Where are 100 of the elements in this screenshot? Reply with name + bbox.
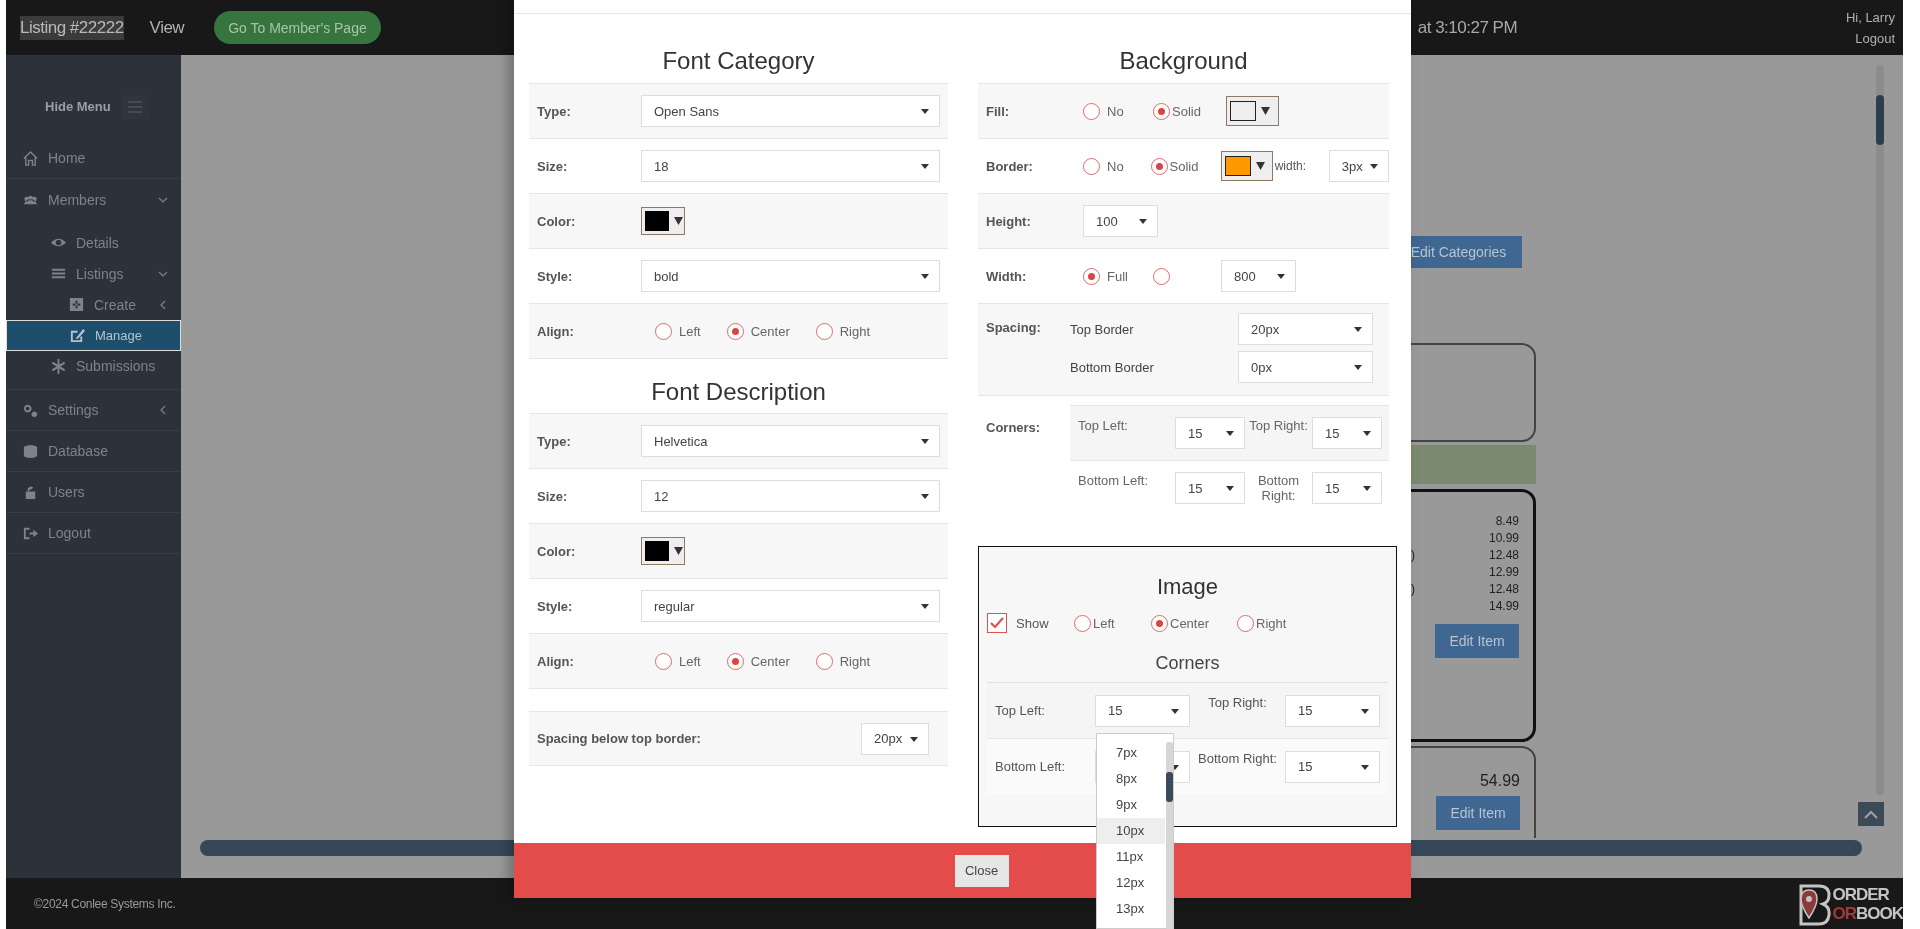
field-label: Width: (985, 268, 1028, 284)
radio-label: Center (750, 323, 790, 339)
edit-icon (69, 327, 86, 344)
vertical-scrollbar[interactable] (1876, 65, 1884, 795)
select-field[interactable]: 15 (1095, 694, 1190, 727)
dropdown-option[interactable]: 9px (1097, 792, 1165, 818)
select-field[interactable]: 18 (641, 150, 940, 182)
radio-button[interactable] (815, 322, 833, 340)
radio-label: Right (839, 323, 871, 339)
select-field[interactable]: 20px (861, 722, 929, 755)
caret-icon (1226, 431, 1234, 436)
select-field[interactable]: regular (641, 590, 940, 622)
color-picker[interactable] (641, 207, 685, 235)
caret-icon (1363, 431, 1371, 436)
radio-button[interactable] (1083, 102, 1100, 120)
field-label: Top Right: (1248, 417, 1309, 433)
dropdown-scrollbar[interactable] (1166, 742, 1173, 929)
select-field[interactable]: 15 (1312, 417, 1382, 449)
caret-icon (1361, 708, 1369, 714)
caret-icon (921, 494, 929, 499)
radio-button[interactable] (1237, 614, 1254, 632)
select-field[interactable]: Open Sans (641, 95, 940, 127)
select-field[interactable]: Helvetica (641, 425, 940, 457)
radio-label: Full (1107, 268, 1128, 284)
field-label: Top Border (1070, 321, 1135, 337)
field-label: Size: (536, 488, 569, 504)
scroll-top-button[interactable] (1858, 802, 1884, 826)
dropdown-option[interactable]: 13px (1097, 896, 1165, 922)
item-name: ) (1411, 547, 1415, 562)
select-field[interactable]: 15 (1312, 472, 1382, 504)
section-heading: Image (1155, 573, 1220, 600)
radio-button[interactable] (815, 652, 833, 670)
radio-label: Left (679, 653, 701, 669)
radio-button[interactable] (655, 652, 672, 670)
radio-button[interactable] (1153, 267, 1170, 285)
dropdown-option[interactable]: 11px (1097, 844, 1165, 870)
field-label: Top Right: (1207, 694, 1268, 710)
radio-label: Left (679, 323, 701, 339)
caret-icon (910, 736, 918, 742)
copyright-text: ©2024 Conlee Systems Inc. (34, 896, 176, 911)
dropdown-option[interactable]: 10px (1097, 818, 1165, 844)
close-button[interactable]: Close (954, 854, 1009, 887)
select-field[interactable]: 15 (1175, 417, 1245, 449)
date-time: at 3:10:27 PM (1417, 17, 1518, 38)
radio-label: Right (839, 653, 871, 669)
field-label: width: (1274, 159, 1307, 173)
select-field[interactable]: 3px (1328, 150, 1389, 182)
checkbox-label: Show (1016, 615, 1050, 631)
menu-item[interactable]: Listings (6, 258, 181, 289)
dropdown-option[interactable]: 12px (1097, 870, 1165, 896)
color-picker[interactable] (1221, 151, 1273, 181)
radio-label: Solid (1169, 158, 1199, 174)
field-label: Type: (536, 103, 572, 119)
home-icon (22, 149, 39, 167)
select-field[interactable]: bold (641, 260, 940, 292)
radio-button[interactable] (1083, 157, 1100, 175)
caret-icon (1171, 708, 1179, 714)
radio-button[interactable] (1150, 157, 1168, 175)
menu-item[interactable]: Manage (6, 320, 181, 351)
radio-label: Right (1256, 615, 1287, 631)
radio-button[interactable] (1083, 267, 1100, 285)
radio-button[interactable] (1151, 614, 1168, 632)
color-picker[interactable] (641, 537, 685, 565)
radio-button[interactable] (726, 652, 744, 670)
database-icon (22, 442, 39, 460)
field-label: Border: (985, 158, 1034, 174)
field-label: Top Left: (1078, 417, 1129, 433)
select-field[interactable]: 15 (1285, 750, 1380, 783)
field-label: Size: (536, 158, 569, 174)
field-label: Fill: (985, 103, 1011, 119)
field-label: Bottom Border (1070, 359, 1155, 375)
select-field[interactable]: 15 (1285, 694, 1380, 727)
select-field[interactable]: 0px (1238, 351, 1373, 383)
field-label: Top Left: (995, 703, 1046, 718)
radio-button[interactable] (1074, 614, 1091, 632)
dropdown-option[interactable]: 8px (1097, 766, 1165, 792)
caret-icon (674, 547, 683, 555)
field-label: Style: (536, 598, 574, 614)
field-label: Color: (536, 543, 577, 559)
field-label: Color: (536, 213, 577, 229)
checkbox[interactable] (987, 613, 1007, 633)
view-link[interactable]: View (149, 17, 185, 38)
select-field[interactable]: 100 (1083, 205, 1158, 237)
select-field[interactable]: 20px (1238, 313, 1373, 345)
color-picker[interactable] (1226, 96, 1279, 126)
field-label: Align: (536, 323, 575, 339)
radio-button[interactable] (1153, 102, 1170, 120)
select-field[interactable]: 800 (1221, 260, 1296, 292)
radio-button[interactable] (726, 322, 744, 340)
field-label: Bottom Left: (995, 759, 1067, 774)
radio-button[interactable] (655, 322, 672, 340)
dropdown-option[interactable]: 7px (1097, 740, 1165, 766)
select-field[interactable]: 15 (1175, 472, 1245, 504)
logout-link[interactable]: Logout (1855, 30, 1895, 46)
caret-icon (921, 439, 929, 444)
field-label: Spacing: (985, 320, 1042, 335)
field-label: Height: (985, 213, 1032, 229)
radio-label: Center (750, 653, 790, 669)
field-label: Bottom Left: (1078, 472, 1150, 488)
select-field[interactable]: 12 (641, 480, 940, 512)
